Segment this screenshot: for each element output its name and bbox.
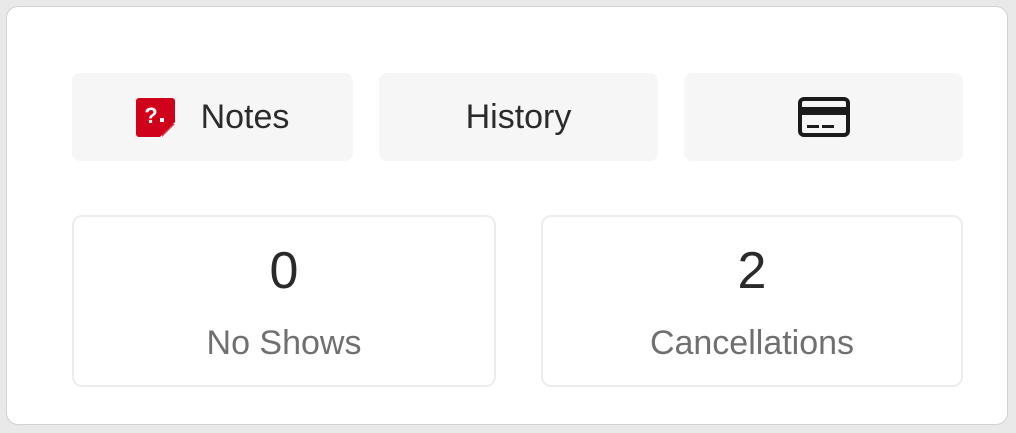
cancellations-label: Cancellations bbox=[649, 324, 855, 362]
history-label: History bbox=[465, 97, 572, 136]
credit-card-icon bbox=[797, 97, 850, 137]
svg-text:?: ? bbox=[144, 103, 157, 128]
client-summary-card: ? Notes History 0 No Shows 2 Cancellatio… bbox=[6, 6, 1008, 425]
cancellations-stat: 2 Cancellations bbox=[541, 215, 963, 387]
payment-card-button[interactable] bbox=[684, 73, 963, 161]
cancellations-count: 2 bbox=[737, 242, 767, 300]
history-button[interactable]: History bbox=[379, 73, 658, 161]
notes-label: Notes bbox=[200, 97, 290, 136]
notes-button[interactable]: ? Notes bbox=[72, 73, 353, 161]
no-shows-count: 0 bbox=[269, 242, 299, 300]
notes-question-icon: ? bbox=[135, 97, 175, 137]
no-shows-label: No Shows bbox=[206, 324, 362, 362]
no-shows-stat: 0 No Shows bbox=[72, 215, 496, 387]
